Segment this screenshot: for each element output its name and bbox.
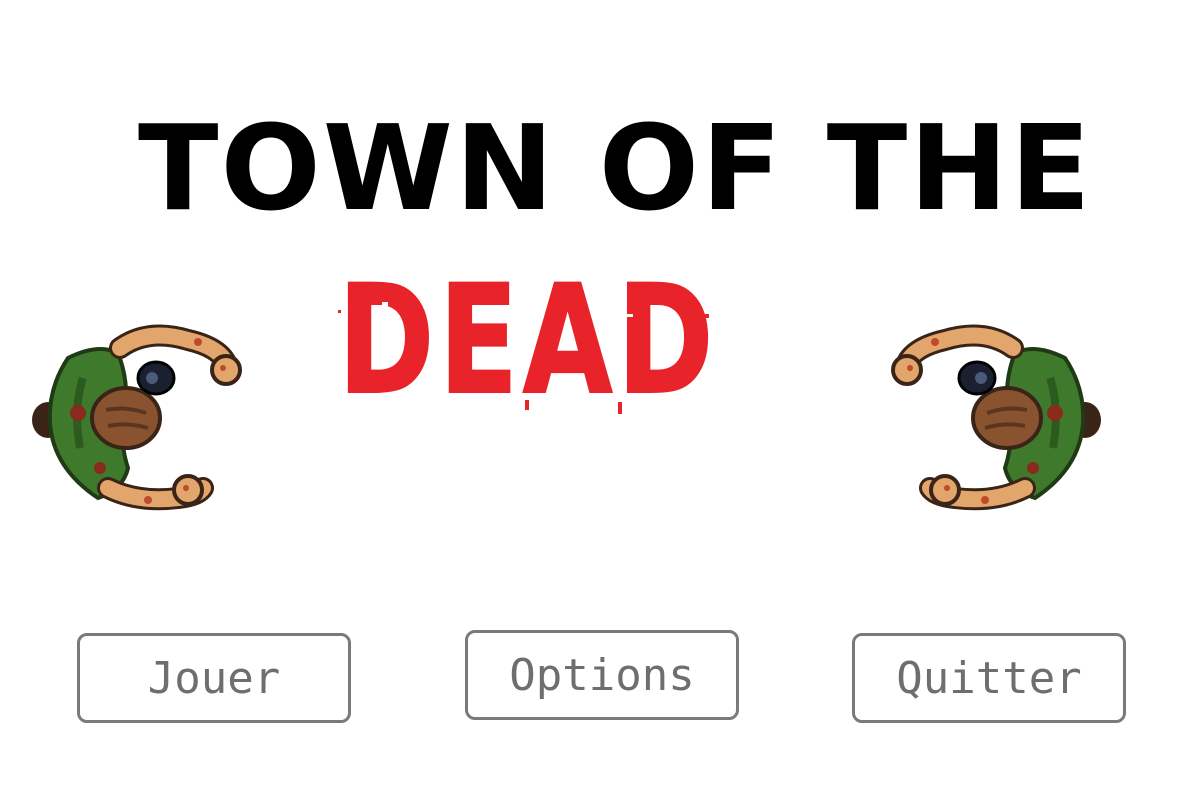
play-button-label: Jouer [147,652,281,704]
zombie-sprite-right [891,324,1101,511]
play-button[interactable]: Jouer [77,633,351,723]
options-button[interactable]: Options [465,630,739,720]
options-button-label: Options [509,649,695,701]
main-menu-screen: TOWN OF THE DEAD Jouer Options Quitter [0,0,1200,800]
quit-button-label: Quitter [896,652,1082,704]
zombie-sprite-left [32,324,242,511]
game-title-line1: TOWN OF THE [138,99,1093,237]
quit-button[interactable]: Quitter [852,633,1126,723]
game-title-line2: DEAD [337,253,713,429]
